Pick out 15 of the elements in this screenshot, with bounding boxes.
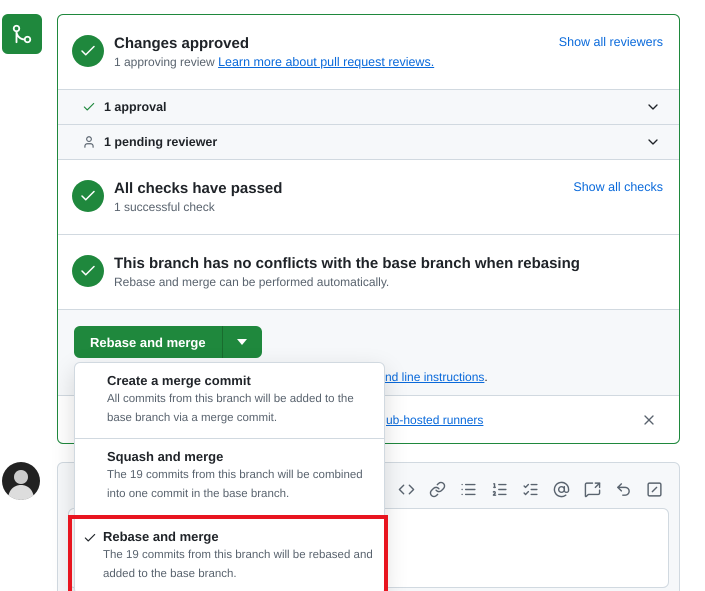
option-title: Squash and merge: [107, 449, 224, 464]
hint-text: .: [484, 370, 488, 384]
status-title: Changes approved: [114, 35, 250, 52]
option-description: The 19 commits from this branch will be rebased and added to the base branch.: [103, 548, 374, 582]
review-summary: 1 pending reviewer: [104, 135, 218, 149]
option-title: Rebase and merge: [103, 529, 220, 544]
status-subtitle: 1 approving review: [114, 55, 216, 69]
option-description: All commits from this branch will be added to the base branch via a merge commit.: [107, 392, 355, 426]
status-title: This branch has no conflicts with the base branch when rebasing: [114, 255, 581, 272]
option-title: Create a merge commit: [107, 373, 252, 388]
option-description: The 19 commits from this branch will be combined into one commit in the base branch.: [107, 468, 364, 502]
review-summary: 1 approval: [104, 100, 168, 114]
status-title: All checks have passed: [114, 180, 284, 197]
status-subtitle: Rebase and merge can be performed automatically.: [114, 275, 390, 289]
status-subtitle: 1 successful check: [114, 200, 216, 214]
